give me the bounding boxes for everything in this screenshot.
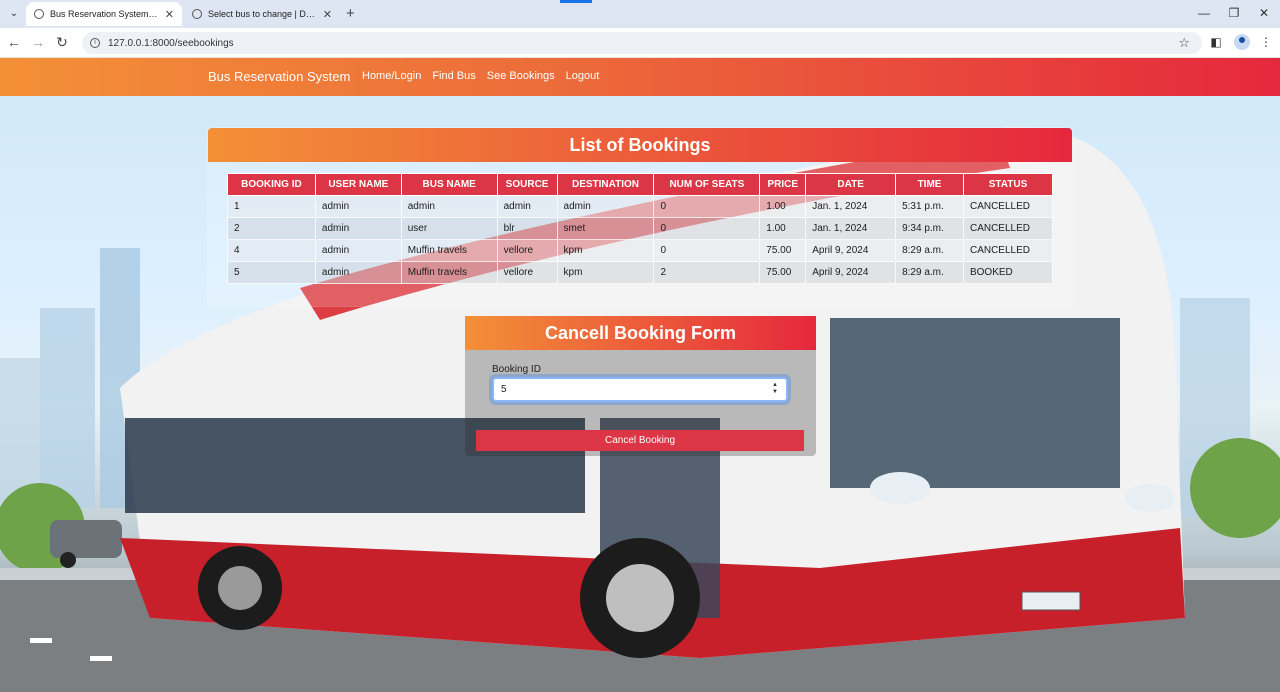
cell-num-seats: 0 [653,239,761,262]
more-menu-icon[interactable]: ⋮ [1258,35,1274,51]
cancel-form-title: Cancell Booking Form [465,316,816,350]
column-header: DATE [805,173,897,196]
cell-bus-name: user [400,217,498,240]
site-info-icon[interactable]: i [90,38,100,48]
globe-icon [192,9,202,19]
cell-destination: smet [556,217,655,240]
column-header: SOURCE [496,173,558,196]
cell-date: April 9, 2024 [805,239,897,262]
nav-see-bookings[interactable]: See Bookings [487,70,555,82]
cell-price: 75.00 [759,239,807,262]
cell-status: CANCELLED [962,195,1054,218]
cell-booking-id: 4 [227,239,316,262]
cell-bus-name: Muffin travels [400,261,498,284]
bookmark-star-icon[interactable]: ☆ [1178,35,1190,51]
cell-destination: kpm [556,261,655,284]
table-row: 5 admin Muffin travels vellore kpm 2 75.… [227,261,1054,284]
cell-source: admin [496,195,558,218]
booking-id-input[interactable]: 5 ▲ ▼ [492,377,788,402]
cell-booking-id: 1 [227,195,316,218]
cell-user-name: admin [314,261,402,284]
cancel-booking-panel: Cancell Booking Form Booking ID 5 ▲ ▼ Can… [465,316,816,456]
minimize-icon[interactable]: — [1196,6,1212,20]
cell-user-name: admin [314,195,402,218]
table-row: 2 admin user blr smet 0 1.00 Jan. 1, 202… [227,217,1054,240]
bookings-panel: List of Bookings BOOKING ID USER NAME BU… [208,128,1072,306]
restore-icon[interactable]: ❐ [1226,6,1242,20]
cell-bus-name: Muffin travels [400,239,498,262]
window-close-icon[interactable]: ✕ [1256,6,1272,20]
column-header: USER NAME [314,173,402,196]
cancel-booking-button[interactable]: Cancel Booking [476,430,804,451]
close-icon[interactable]: ✕ [323,8,332,21]
cell-price: 75.00 [759,261,807,284]
number-spinner-icon[interactable]: ▲ ▼ [772,382,778,396]
tab-strip: ⌄ Bus Reservation System in Djan ✕ Selec… [0,0,1280,28]
tab-active[interactable]: Bus Reservation System in Djan ✕ [26,2,182,26]
cell-date: Jan. 1, 2024 [805,217,897,240]
address-bar: ← → ↻ i 127.0.0.1:8000/seebookings ☆ ◧ ⋮ [0,28,1280,58]
cell-source: vellore [496,261,558,284]
cell-num-seats: 0 [653,195,761,218]
profile-icon[interactable] [1234,34,1250,50]
column-header: NUM OF SEATS [653,173,761,196]
cell-time: 8:29 a.m. [895,239,964,262]
close-icon[interactable]: ✕ [165,8,174,21]
reload-icon[interactable]: ↻ [54,34,70,51]
nav-logout[interactable]: Logout [566,70,600,82]
bookings-table: BOOKING ID USER NAME BUS NAME SOURCE DES… [227,173,1054,284]
tab-title: Bus Reservation System in Djan [50,9,159,19]
cell-destination: kpm [556,239,655,262]
site-navbar: Bus Reservation System Home/Login Find B… [0,58,1280,96]
bookings-title: List of Bookings [208,128,1072,162]
tab-title: Select bus to change | Django s [208,9,317,19]
nav-home-login[interactable]: Home/Login [362,70,421,82]
column-header: PRICE [759,173,807,196]
cell-time: 5:31 p.m. [895,195,964,218]
cell-status: CANCELLED [962,217,1054,240]
cell-date: Jan. 1, 2024 [805,195,897,218]
url-field[interactable]: i 127.0.0.1:8000/seebookings ☆ [82,32,1202,54]
cell-num-seats: 0 [653,217,761,240]
cell-bus-name: admin [400,195,498,218]
cell-status: BOOKED [962,261,1054,284]
column-header: DESTINATION [556,173,655,196]
cell-time: 9:34 p.m. [895,217,964,240]
side-panel-icon[interactable]: ◧ [1208,35,1224,51]
cell-user-name: admin [314,239,402,262]
cell-price: 1.00 [759,217,807,240]
booking-id-label: Booking ID [492,364,541,375]
cell-source: vellore [496,239,558,262]
tab-list-icon[interactable]: ⌄ [6,6,22,22]
tab-indicator [560,0,592,3]
cell-source: blr [496,217,558,240]
cell-time: 8:29 a.m. [895,261,964,284]
globe-icon [34,9,44,19]
column-header: BOOKING ID [227,173,316,196]
table-header-row: BOOKING ID USER NAME BUS NAME SOURCE DES… [227,173,1054,196]
booking-id-value: 5 [501,384,507,395]
url-text: 127.0.0.1:8000/seebookings [108,37,234,49]
cell-booking-id: 5 [227,261,316,284]
cell-num-seats: 2 [653,261,761,284]
tab-inactive[interactable]: Select bus to change | Django s ✕ [184,2,340,26]
new-tab-icon[interactable]: + [346,5,355,22]
table-row: 4 admin Muffin travels vellore kpm 0 75.… [227,239,1054,262]
cell-status: CANCELLED [962,239,1054,262]
cell-date: April 9, 2024 [805,261,897,284]
back-icon[interactable]: ← [6,34,22,50]
brand-link[interactable]: Bus Reservation System [208,69,350,84]
cell-user-name: admin [314,217,402,240]
column-header: BUS NAME [400,173,498,196]
cell-booking-id: 2 [227,217,316,240]
page: Bus Reservation System Home/Login Find B… [0,58,1280,692]
nav-links: Home/Login Find Bus See Bookings Logout [362,70,599,82]
cell-price: 1.00 [759,195,807,218]
column-header: STATUS [962,173,1054,196]
nav-find-bus[interactable]: Find Bus [432,70,475,82]
forward-icon[interactable]: → [30,34,46,50]
cell-destination: admin [556,195,655,218]
column-header: TIME [895,173,964,196]
table-row: 1 admin admin admin admin 0 1.00 Jan. 1,… [227,195,1054,218]
